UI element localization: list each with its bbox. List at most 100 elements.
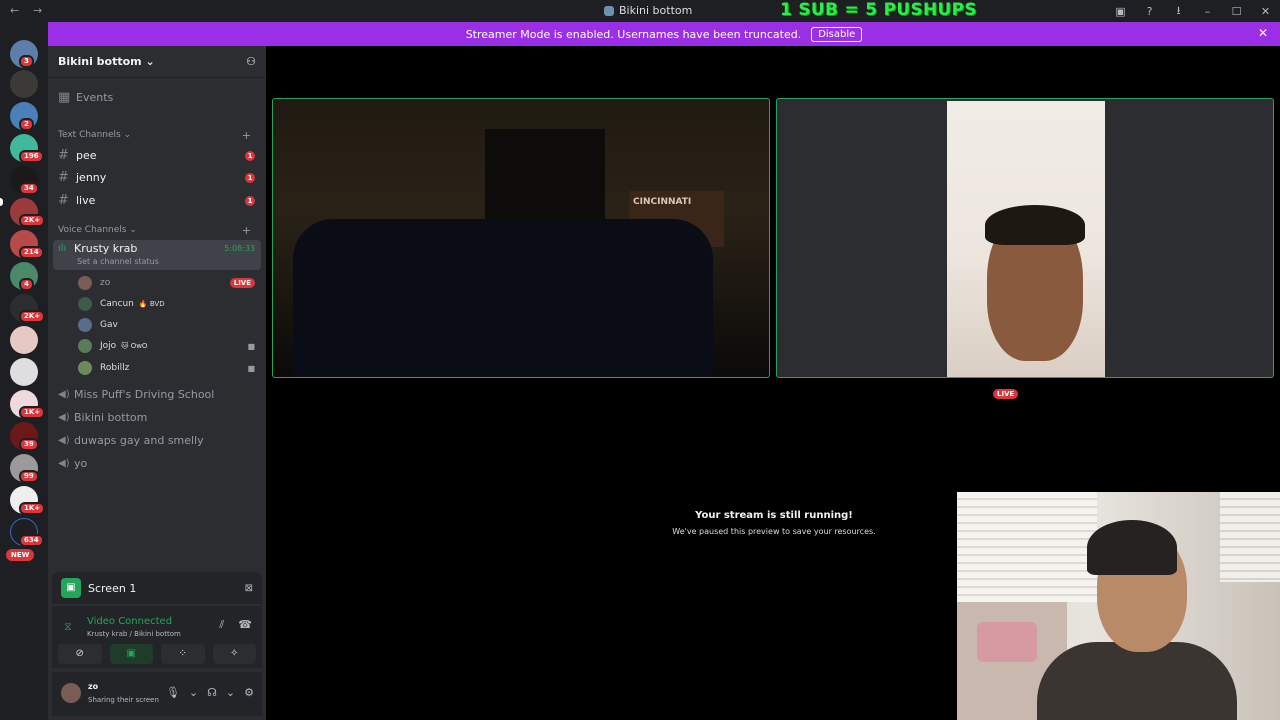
microphone-icon[interactable]: 🎙: [166, 686, 180, 699]
server-badge: 2: [19, 118, 34, 131]
new-badge: NEW: [6, 549, 35, 561]
disconnect-icon[interactable]: ☎: [238, 618, 252, 632]
connection-location[interactable]: Krusty krab / Bikini bottom: [87, 630, 181, 638]
noise-suppression-icon[interactable]: ⫽: [219, 618, 224, 632]
member-name: zo: [100, 278, 111, 288]
video-tile-camera[interactable]: [776, 98, 1274, 378]
voice-member[interactable]: Jojo 🐱 OwO ■: [78, 337, 261, 355]
banner-close-icon[interactable]: ✕: [1258, 26, 1268, 40]
username[interactable]: zo: [88, 682, 98, 691]
gear-icon[interactable]: ⚙: [244, 686, 254, 699]
screen-share-panel[interactable]: ▣ Screen 1 ⊠: [52, 572, 262, 604]
server-badge: 39: [19, 438, 39, 451]
voice-member[interactable]: Robillz ■: [78, 359, 261, 377]
video-content: [293, 219, 713, 377]
events-item[interactable]: ▦ Events: [53, 90, 261, 105]
avatar[interactable]: [61, 683, 81, 703]
voice-channel-name: duwaps gay and smelly: [74, 434, 204, 447]
category-text-channels[interactable]: Text Channels ⌄ +: [53, 129, 261, 142]
voice-channel[interactable]: ◀) yo: [53, 457, 261, 470]
download-icon[interactable]: ⭳: [1164, 2, 1193, 21]
disable-button[interactable]: Disable: [811, 26, 863, 42]
flag-text: CINCINNATI: [633, 197, 692, 207]
chevron-down-icon[interactable]: ⌄: [189, 686, 198, 699]
category-voice-channels[interactable]: Voice Channels ⌄ +: [53, 224, 261, 237]
video-content: [985, 205, 1085, 245]
live-badge: LIVE: [229, 278, 255, 288]
streamer-mode-banner: Streamer Mode is enabled. Usernames have…: [48, 22, 1280, 46]
window-title-text: Bikini bottom: [619, 4, 693, 17]
voice-channel[interactable]: ◀) Miss Puff's Driving School: [53, 388, 261, 401]
server-icon-11[interactable]: [10, 358, 38, 386]
window-controls: ▣ ? ⭳ – ☐ ✕: [1106, 0, 1280, 22]
chevron-down-icon[interactable]: ⌄: [226, 686, 235, 699]
video-content: [1037, 642, 1237, 720]
avatar: [78, 276, 92, 290]
channel-sidebar: Bikini bottom ⌄ ⚇ ▦ Events Text Channels…: [48, 46, 266, 720]
hash-icon: #: [58, 148, 69, 163]
maximize-icon[interactable]: ☐: [1222, 5, 1251, 18]
server-badge: 634: [19, 534, 44, 547]
add-channel-icon[interactable]: +: [242, 129, 251, 142]
channel-name: live: [76, 194, 96, 207]
soundboard-button[interactable]: ✧: [212, 644, 256, 664]
member-name: Cancun: [100, 299, 134, 309]
channel-live[interactable]: # live 1: [53, 193, 261, 208]
voice-channel-krusty-krab[interactable]: ılı Krusty krab 5:08:33 Set a channel st…: [53, 240, 261, 270]
channel-jenny[interactable]: # jenny 1: [53, 170, 261, 185]
voice-member[interactable]: zo LIVE: [78, 274, 261, 292]
voice-member[interactable]: Cancun 🔥 BVD: [78, 295, 261, 313]
server-icon-10[interactable]: [10, 326, 38, 354]
server-icon-2[interactable]: [10, 70, 38, 98]
speaker-icon: ◀): [58, 435, 70, 446]
server-badge: 1K+: [19, 502, 46, 515]
member-name: Gav: [100, 320, 118, 330]
camera-off-button[interactable]: ⊘: [58, 644, 102, 664]
help-icon[interactable]: ?: [1135, 5, 1164, 18]
add-member-icon[interactable]: ⚇: [246, 55, 256, 68]
screen-share-button[interactable]: ▣: [109, 644, 153, 664]
server-badge: 4: [19, 278, 34, 291]
avatar: [78, 297, 92, 311]
server-badge: 34: [19, 182, 39, 195]
channel-pee[interactable]: # pee 1: [53, 148, 261, 163]
voice-channel[interactable]: ◀) duwaps gay and smelly: [53, 434, 261, 447]
voice-channel-name: Krusty krab: [74, 242, 138, 255]
stream-paused-subtitle: We've paused this preview to save your r…: [672, 527, 876, 536]
screen-label: Screen 1: [88, 581, 137, 595]
avatar: [78, 361, 92, 375]
stop-share-icon[interactable]: ⊠: [245, 583, 253, 594]
category-label: Voice Channels: [58, 225, 127, 235]
voice-member[interactable]: Gav: [78, 316, 261, 334]
minimize-icon[interactable]: –: [1193, 5, 1222, 18]
voice-channel-name: Miss Puff's Driving School: [74, 388, 215, 401]
signal-icon[interactable]: ⧖: [64, 620, 72, 634]
video-tile-stream[interactable]: CINCINNATI: [272, 98, 770, 378]
member-tag: 🔥 BVD: [138, 300, 165, 308]
camera-feed: [947, 101, 1105, 377]
headphones-icon[interactable]: ☊: [207, 686, 217, 699]
close-icon[interactable]: ✕: [1251, 5, 1280, 18]
server-badge: 2K+: [19, 214, 46, 227]
camera-icon: ■: [247, 341, 255, 351]
channel-name: jenny: [76, 171, 107, 184]
forward-icon[interactable]: →: [33, 4, 42, 17]
stream-overlay-text: 1 SUB = 5 PUSHUPS: [780, 0, 977, 20]
server-header[interactable]: Bikini bottom ⌄ ⚇: [48, 46, 266, 78]
back-icon[interactable]: ←: [10, 4, 19, 17]
inbox-icon[interactable]: ▣: [1106, 5, 1135, 18]
voice-channel[interactable]: ◀) Bikini bottom: [53, 411, 261, 424]
activities-button[interactable]: ⁘: [161, 644, 205, 664]
video-content: [977, 622, 1037, 662]
connection-status[interactable]: Video Connected: [87, 616, 172, 627]
unread-pill: [0, 198, 3, 206]
screen-icon: ▣: [61, 578, 81, 598]
chevron-down-icon: ⌄: [126, 225, 137, 235]
channel-name: pee: [76, 149, 97, 162]
avatar: [78, 339, 92, 353]
server-list: 3 2 196 34 2K+ 214 4 2K+ 1K+ 39 99 1K+ 6…: [0, 22, 48, 720]
channel-status[interactable]: Set a channel status: [77, 257, 159, 266]
add-channel-icon[interactable]: +: [242, 224, 251, 237]
title-bar: ← → Bikini bottom 1 SUB = 5 PUSHUPS ▣ ? …: [0, 0, 1280, 22]
speaker-icon: ◀): [58, 412, 70, 423]
